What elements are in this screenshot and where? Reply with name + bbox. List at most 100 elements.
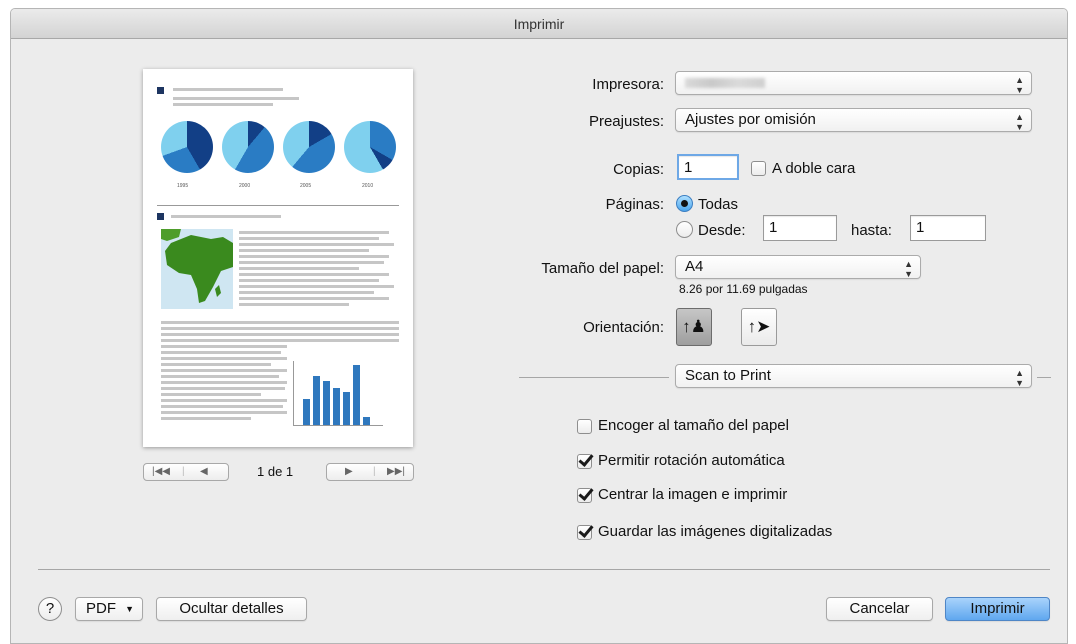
pdf-label: PDF: [86, 600, 116, 617]
preview-bullet: [157, 213, 164, 220]
option-label-autorotate: Permitir rotación automática: [598, 452, 785, 469]
pages-all-radio[interactable]: [676, 195, 693, 212]
orientation-label: Orientación:: [583, 319, 664, 336]
preview-text-line: [239, 261, 384, 264]
preview-bar: [343, 391, 350, 425]
print-dialog: Imprimir 1995 2000 2005 2010 |◀◀ | ◀ 1 d…: [10, 8, 1068, 644]
preview-text-line: [161, 375, 279, 378]
presets-popup[interactable]: Ajustes por omisión ▲ ▼: [675, 108, 1032, 132]
preview-text-line: [239, 243, 394, 246]
footer-separator: [38, 569, 1050, 570]
preview-text-line: [239, 291, 374, 294]
pages-to-label: hasta:: [851, 222, 892, 239]
presets-label: Preajustes:: [588, 113, 664, 130]
paper-size-label: Tamaño del papel:: [541, 260, 664, 277]
preview-text-line: [161, 363, 271, 366]
preview-text-line: [239, 249, 369, 252]
pages-label: Páginas:: [605, 196, 664, 213]
window-title: Imprimir: [11, 9, 1067, 39]
preview-pie-year: 2010: [362, 183, 374, 189]
preview-pie-year: 2005: [300, 183, 312, 189]
preview-bar: [323, 381, 330, 425]
landscape-orientation-button[interactable]: ↑➤: [741, 308, 777, 346]
preview-bar: [333, 387, 340, 425]
printer-name-blurred: [685, 78, 765, 88]
paper-size-popup[interactable]: A4 ▲ ▼: [675, 255, 921, 279]
paper-dimensions: 8.26 por 11.69 pulgadas: [679, 282, 808, 296]
preview-text-line: [161, 345, 287, 348]
preview-text-line: [161, 357, 287, 360]
chevron-down-icon: ▼: [125, 604, 134, 614]
printer-popup[interactable]: ▲ ▼: [675, 71, 1032, 95]
copies-input[interactable]: 1: [677, 154, 739, 180]
preview-bar: [363, 417, 370, 425]
duplex-checkbox[interactable]: [751, 161, 766, 176]
duplex-label: A doble cara: [772, 160, 856, 177]
preview-bar: [313, 376, 320, 425]
portrait-icon: ↑♟: [682, 317, 706, 336]
print-button[interactable]: Imprimir: [945, 597, 1050, 621]
pages-all-label: Todas: [698, 196, 739, 213]
preview-pie-year: 2000: [239, 183, 251, 189]
preview-text-line: [239, 297, 389, 300]
preview-text-line: [239, 285, 394, 288]
preview-bar-chart: [293, 361, 383, 426]
section-popup[interactable]: Scan to Print ▲ ▼: [675, 364, 1032, 388]
page-indicator: 1 de 1: [257, 464, 294, 479]
popup-arrows-icon: ▲ ▼: [1015, 368, 1024, 388]
preview-pie-4: [344, 121, 396, 173]
preview-pie-2: [222, 121, 274, 173]
preview-text-line: [161, 339, 399, 342]
pages-to-input[interactable]: 1: [910, 215, 986, 241]
landscape-icon: ↑➤: [747, 317, 771, 336]
help-icon: ?: [45, 600, 55, 617]
cancel-button[interactable]: Cancelar: [826, 597, 933, 621]
pdf-menu-button[interactable]: PDF ▼: [75, 597, 143, 621]
preview-pie-1: [161, 121, 213, 173]
preview-first-prev-buttons[interactable]: |◀◀ | ◀: [143, 463, 229, 481]
paper-size-value: A4: [685, 258, 704, 275]
option-checkbox-autorotate[interactable]: [577, 454, 592, 469]
page-preview: 1995 2000 2005 2010: [143, 69, 413, 447]
pages-from-input[interactable]: 1: [763, 215, 837, 241]
preview-pie-year: 1995: [177, 183, 189, 189]
printer-label: Impresora:: [592, 76, 664, 93]
preview-text-line: [239, 255, 389, 258]
popup-arrows-icon: ▲ ▼: [904, 259, 913, 279]
option-checkbox-shrink[interactable]: [577, 419, 592, 434]
preview-text-line: [161, 351, 281, 354]
hide-details-button[interactable]: Ocultar detalles: [156, 597, 307, 621]
option-label-save-scans: Guardar las imágenes digitalizadas: [598, 523, 833, 540]
preview-bullet: [157, 87, 164, 94]
preview-text-line: [239, 267, 359, 270]
preview-divider: [157, 205, 399, 206]
option-label-center: Centrar la imagen e imprimir: [598, 486, 788, 503]
option-checkbox-save-scans[interactable]: [577, 525, 592, 540]
preview-text-line: [239, 279, 379, 282]
preview-text-line: [161, 333, 399, 336]
popup-arrows-icon: ▲ ▼: [1015, 112, 1024, 132]
preview-text-line: [239, 273, 389, 276]
preview-map-image: [161, 229, 233, 309]
option-checkbox-center[interactable]: [577, 488, 592, 503]
help-button[interactable]: ?: [38, 597, 62, 621]
preview-bar: [303, 399, 310, 425]
preview-text-line: [161, 369, 287, 372]
preview-text-line: [161, 387, 285, 390]
preview-text-line: [161, 399, 287, 402]
preview-text-line: [161, 327, 399, 330]
preview-text-line: [161, 411, 287, 414]
portrait-orientation-button[interactable]: ↑♟: [676, 308, 712, 346]
presets-value: Ajustes por omisión: [685, 111, 816, 128]
popup-arrows-icon: ▲ ▼: [1015, 75, 1024, 95]
section-separator-right: [1037, 377, 1051, 378]
preview-bar: [353, 364, 360, 425]
pages-from-label: Desde:: [698, 222, 746, 239]
preview-pie-3: [283, 121, 335, 173]
copies-label: Copias:: [613, 161, 664, 178]
option-label-shrink: Encoger al tamaño del papel: [598, 417, 789, 434]
preview-text-line: [239, 303, 349, 306]
preview-text-line: [239, 231, 389, 234]
preview-next-last-buttons[interactable]: ▶ | ▶▶|: [326, 463, 414, 481]
pages-range-radio[interactable]: [676, 221, 693, 238]
